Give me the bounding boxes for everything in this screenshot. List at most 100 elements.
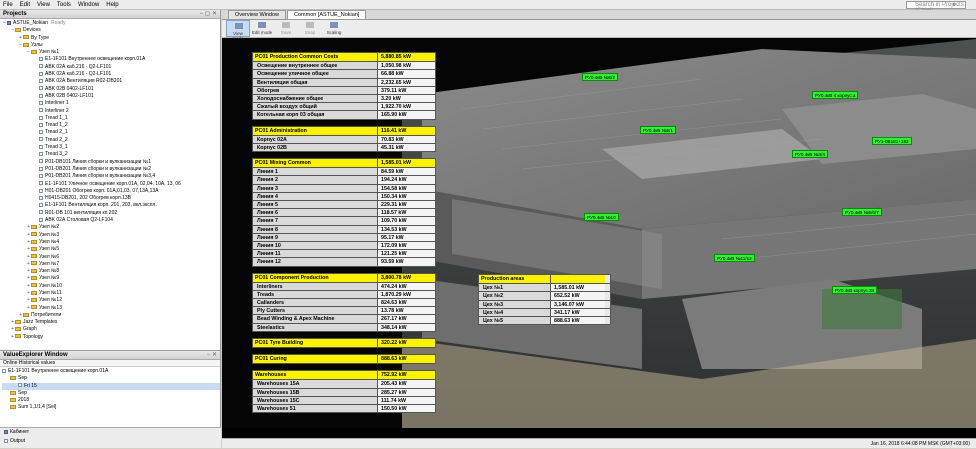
value-item[interactable]: Sum 1,1/1,4 [Sel] xyxy=(2,404,220,411)
tree-item[interactable]: ABK 02В 0402-LF101 xyxy=(2,86,220,93)
tree-item[interactable]: − Devices xyxy=(2,27,220,34)
toolbar-button[interactable]: Edit mode xyxy=(250,20,274,37)
tree-item[interactable]: ABK 02А Столовая Q2-LF104 xyxy=(2,217,220,224)
device-tag[interactable]: РУ1-0В181+182 xyxy=(872,137,912,145)
tree-item[interactable]: + Узел №11 xyxy=(2,290,220,297)
cost-row-value: 150.34 kW xyxy=(378,192,435,200)
tree-item[interactable]: Tread 1_2 xyxy=(2,122,220,129)
value-item[interactable]: Fri 15 xyxy=(2,382,220,390)
device-tag[interactable]: РУ0.4кВ 4 корпус.а xyxy=(812,91,859,99)
tree-item[interactable]: Tread 2_2 xyxy=(2,137,220,144)
cost-row-name: Линия 4 xyxy=(253,192,378,200)
output-icon xyxy=(4,438,8,443)
menu-window[interactable]: Window xyxy=(78,2,99,8)
menu-edit[interactable]: Edit xyxy=(20,2,30,8)
tree-item[interactable]: + Узел №7 xyxy=(2,261,220,268)
cost-row-name: Ply Cutters xyxy=(253,307,378,315)
value-item[interactable]: Sep xyxy=(2,390,220,397)
green-zone xyxy=(822,289,902,329)
tree-item[interactable]: P01-DB201 Линия сборки и вулканизации №3… xyxy=(2,173,220,180)
tree-item[interactable]: Interliner 2 xyxy=(2,108,220,115)
cost-row: Warehouses 15C 111.74 kW xyxy=(253,395,435,404)
tree-item[interactable]: ABK 02А Вентиляция R02-DB201 xyxy=(2,78,220,85)
device-tag[interactable]: РУ0.4кВ №10 xyxy=(584,213,619,221)
value-explorer-tabs[interactable]: Online Historical values xyxy=(0,360,220,367)
tree-item[interactable]: + Узел №10 xyxy=(2,283,220,290)
search-input[interactable]: Search in Projects (Ctrl+I)⌕ xyxy=(906,1,966,14)
tree-item[interactable]: E1-1F101 Вентиляция корп. 201, 203, вкл.… xyxy=(2,202,220,209)
value-item[interactable]: Sep xyxy=(2,375,220,382)
tree-item[interactable]: + Topology xyxy=(2,334,220,341)
tree-item[interactable]: + Узел №9 xyxy=(2,275,220,282)
tree-item[interactable]: E1-1F101 Внутреннее освещение корп.01А xyxy=(2,56,220,63)
tree-item[interactable]: Tread 3_2 xyxy=(2,151,220,158)
cost-row: Линия 10 172.09 kW xyxy=(253,240,435,250)
cost-table-name: Warehouses xyxy=(253,371,378,380)
cost-row-name: Interliners xyxy=(253,282,378,290)
tree-item[interactable]: H0415-DB201, 202 Обогрев корп.13В xyxy=(2,195,220,202)
menu-help[interactable]: Help xyxy=(106,2,118,8)
value-item[interactable]: E1-1F101 Внутреннее освещение корп.01А xyxy=(2,368,220,375)
tree-item[interactable]: + Узел №6 xyxy=(2,254,220,261)
cost-table-total: 116.41 kW xyxy=(378,126,435,135)
menu-file[interactable]: File xyxy=(3,2,13,8)
dock-item-cabinet[interactable]: Кабинет xyxy=(0,428,221,437)
tree-item[interactable]: − Узел №1 xyxy=(2,49,220,56)
cost-row: Линия 2 194.24 kW xyxy=(253,175,435,184)
tree-item[interactable]: + Graph xyxy=(2,326,220,333)
toolbar-button[interactable]: Snap xyxy=(298,20,322,37)
cost-row: Линия 11 121.25 kW xyxy=(253,249,435,258)
tree-item-status: Ready xyxy=(51,20,66,26)
tree-item[interactable]: R01-DB 101 вентиляция кп 202 xyxy=(2,210,220,217)
tree-item[interactable]: + Узел №2 xyxy=(2,224,220,231)
device-tag[interactable]: РУ0.4кВ №5/1 xyxy=(640,126,676,134)
tree-item[interactable]: + Потребители xyxy=(2,312,220,319)
toolbar-button[interactable]: Save xyxy=(274,20,298,37)
project-icon xyxy=(7,20,11,25)
tree-item[interactable]: ABK 02А каб.216 - Q2-LF101 xyxy=(2,71,220,78)
tree-item[interactable]: + Jazz Templates xyxy=(2,319,220,326)
tree-item[interactable]: H01-DB201 Обогрев корп. 01А,01,03, 07,13… xyxy=(2,188,220,195)
tree-item[interactable]: E1-1F101 Уличное освещение корп.01А, 02,… xyxy=(2,181,220,188)
cost-table-header: PC01 Component Production 3,800.78 kW xyxy=(253,273,435,282)
tab-overview[interactable]: Overview Window xyxy=(228,10,287,19)
cost-row: Освещение внутреннее общее 1,050.98 kW xyxy=(253,61,435,70)
tree-item[interactable]: Tread 2_1 xyxy=(2,129,220,136)
device-icon xyxy=(39,100,43,105)
menu-tools[interactable]: Tools xyxy=(57,2,71,8)
tree-item[interactable]: + Узел №5 xyxy=(2,246,220,253)
cost-row-value: 3.20 kW xyxy=(378,94,435,103)
minimize-icon[interactable]: − ▢ ✕ xyxy=(199,10,217,19)
device-tag[interactable]: РУ0.4кВ №11/12 xyxy=(714,254,755,262)
tree-item[interactable]: − Узлы xyxy=(2,42,220,49)
tree-item[interactable]: + Узел №4 xyxy=(2,239,220,246)
tab-common[interactable]: Common [ASTUE_Nokian] xyxy=(287,10,367,19)
device-tag[interactable]: РУ0.4кВ №5/2 xyxy=(582,73,618,81)
tree-item[interactable]: + Узел №3 xyxy=(2,232,220,239)
cost-table-name: PC01 Curing xyxy=(253,355,378,364)
menu-view[interactable]: View xyxy=(37,2,50,8)
toolbar-button[interactable]: Scaling xyxy=(322,20,346,37)
value-item[interactable]: 2018 xyxy=(2,397,220,404)
plant-3d-view[interactable]: PC01 Production Common Costs 5,880.85 kW О… xyxy=(222,39,976,428)
tree-item[interactable]: P01-DB101 Линия сборки и вулканизации №1 xyxy=(2,159,220,166)
tree-item[interactable]: − ASTUE_Nokian Ready xyxy=(2,20,220,27)
tree-item[interactable]: Tread 1_1 xyxy=(2,115,220,122)
tree-item[interactable]: + Узел №13 xyxy=(2,305,220,312)
tree-item[interactable]: Interliner 1 xyxy=(2,100,220,107)
cost-row-value: 285.27 kW xyxy=(378,388,435,396)
tree-item[interactable]: Tread 3_1 xyxy=(2,144,220,151)
tree-item[interactable]: P01-DB201 Линия сборки и вулканизации №2 xyxy=(2,166,220,173)
dock-item-output[interactable]: Output xyxy=(0,437,221,446)
tree-item[interactable]: + Узел №8 xyxy=(2,268,220,275)
close-icon[interactable]: − ✕ xyxy=(207,351,217,360)
cost-row: Bead Winding & Apex Machine 267.17 kW xyxy=(253,314,435,323)
toolbar-button[interactable]: View mode xyxy=(226,20,250,41)
tree-item[interactable]: ABK 02В 0402-LF101 xyxy=(2,93,220,100)
device-tag[interactable]: РУ0.4кВ №5/6/7 xyxy=(842,208,882,216)
tree-item[interactable]: + Узел №12 xyxy=(2,297,220,304)
device-tag[interactable]: РУ0.4кВ №3/4 xyxy=(792,150,828,158)
device-tag[interactable]: РУ0.4кВ корпус.34 xyxy=(832,286,878,294)
tree-item[interactable]: ABK 02А каб.216 - Q2-LF101 xyxy=(2,64,220,71)
tree-item[interactable]: + By Type xyxy=(2,35,220,42)
